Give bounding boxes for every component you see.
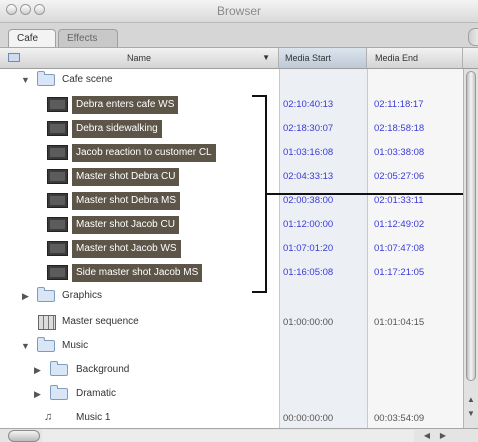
media-end-value: 02:11:18:17 [374,99,424,110]
tab-effects[interactable]: Effects [58,29,118,47]
vertical-scroll-thumb[interactable] [466,71,476,381]
media-start-value: 02:18:30:07 [283,123,334,134]
bin-label: Music [62,340,89,351]
bin-folder-icon [50,361,68,376]
bin-label: Graphics [62,290,103,301]
audio-clip-icon: ♫ [44,411,53,423]
name-column-header[interactable]: Name ▼ [0,48,279,68]
clip-name: Master shot Debra MS [72,192,181,210]
selection-bracket [252,95,267,293]
clip-icon [47,97,68,112]
browser-item-list: ▼ Cafe scene Debra enters cafe WS 02:10:… [0,69,463,428]
media-end-value: 01:12:49:02 [374,219,425,230]
clip-icon [47,193,68,208]
media-end-value: 00:03:54:09 [374,413,425,424]
bin-label: Dramatic [76,388,117,399]
scroll-down-arrow-icon[interactable]: ▼ [466,409,476,418]
audio-clip-label: Music 1 [76,412,111,423]
tab-cafe[interactable]: Cafe [8,29,56,47]
media-start-value: 02:04:33:13 [283,171,334,182]
clip-row[interactable]: Debra sidewalking 02:18:30:07 02:18:58:1… [0,117,463,141]
disclosure-collapsed-icon[interactable]: ▶ [34,389,41,400]
tab-scroll-handle[interactable] [468,28,478,46]
sequence-icon [38,315,56,330]
clip-icon [47,217,68,232]
tab-bar: Cafe Effects [0,23,478,48]
clip-icon [47,265,68,280]
media-end-value: 01:03:38:08 [374,147,425,158]
media-start-value: 02:10:40:13 [283,99,334,110]
disclosure-collapsed-icon[interactable]: ▶ [22,291,29,302]
clip-name: Side master shot Jacob MS [72,264,203,282]
window-title: Browser [216,4,261,18]
browser-window: Browser Cafe Effects Name ▼ Media Start … [0,0,478,442]
clip-name: Debra sidewalking [72,120,162,138]
clip-name: Debra enters cafe WS [72,96,179,114]
clip-row[interactable]: Master shot Debra CU 02:04:33:13 02:05:2… [0,165,463,189]
scroll-up-arrow-icon[interactable]: ▲ [466,395,476,404]
media-start-value: 00:00:00:00 [283,413,334,424]
bin-row-background[interactable]: ▶ Background [0,359,463,383]
disclosure-expanded-icon[interactable]: ▼ [21,341,30,351]
media-end-value: 01:17:21:05 [374,267,425,278]
bin-row-dramatic[interactable]: ▶ Dramatic [0,383,463,407]
media-start-value: 01:07:01:20 [283,243,334,254]
clip-icon [47,241,68,256]
media-end-value: 01:01:04:15 [374,317,425,328]
sequence-label: Master sequence [62,316,139,327]
clip-name: Master shot Debra CU [72,168,180,186]
bin-folder-icon [37,287,55,302]
media-end-column-header[interactable]: Media End [367,48,463,68]
bin-row-cafe-scene[interactable]: ▼ Cafe scene [0,69,463,93]
media-start-value: 02:00:38:00 [283,195,334,206]
clip-icon [47,145,68,160]
horizontal-scroll-track[interactable] [42,430,414,442]
clip-icon [47,169,68,184]
bin-row-music[interactable]: ▼ Music [0,335,463,359]
sequence-row[interactable]: Master sequence 01:00:00:00 01:01:04:15 [0,311,463,335]
clip-row[interactable]: Master shot Jacob WS 01:07:01:20 01:07:4… [0,237,463,261]
bin-label: Cafe scene [62,74,113,85]
scroll-left-arrow-icon[interactable]: ◀ [420,429,434,442]
folder-icon [8,53,20,62]
clip-icon [47,121,68,136]
horizontal-scroll-thumb[interactable] [8,430,40,442]
bin-folder-icon [50,385,68,400]
callout-line [266,193,478,195]
scroll-right-arrow-icon[interactable]: ▶ [436,429,450,442]
bin-row-graphics[interactable]: ▶ Graphics [0,285,463,309]
clip-row[interactable]: Side master shot Jacob MS 01:16:05:08 01… [0,261,463,285]
media-start-column-header[interactable]: Media Start [279,48,367,68]
clip-row[interactable]: Jacob reaction to customer CL 01:03:16:0… [0,141,463,165]
vertical-scrollbar[interactable]: ▲ ▼ [463,69,478,428]
clip-name: Master shot Jacob WS [72,240,181,258]
bin-folder-icon [37,337,55,352]
media-end-value: 02:18:58:18 [374,123,425,134]
horizontal-scrollbar[interactable]: ◀ ▶ [0,428,478,442]
bin-folder-icon [37,71,55,86]
disclosure-expanded-icon[interactable]: ▼ [21,75,30,85]
title-bar[interactable]: Browser [0,0,478,23]
media-end-value: 02:05:27:06 [374,171,425,182]
column-header-row: Name ▼ Media Start Media End [0,48,478,69]
sort-descending-icon: ▼ [262,53,270,62]
clip-row[interactable]: Debra enters cafe WS 02:10:40:13 02:11:1… [0,93,463,117]
media-end-value: 02:01:33:11 [374,195,424,206]
clip-name: Master shot Jacob CU [72,216,179,234]
media-start-value: 01:12:00:00 [283,219,334,230]
name-column-label: Name [126,53,151,63]
media-start-value: 01:00:00:00 [283,317,334,328]
media-start-value: 01:03:16:08 [283,147,334,158]
clip-row[interactable]: Master shot Jacob CU 01:12:00:00 01:12:4… [0,213,463,237]
clip-name: Jacob reaction to customer CL [72,144,216,162]
bin-label: Background [76,364,130,375]
disclosure-collapsed-icon[interactable]: ▶ [34,365,41,376]
media-end-value: 01:07:47:08 [374,243,425,254]
media-start-value: 01:16:05:08 [283,267,334,278]
